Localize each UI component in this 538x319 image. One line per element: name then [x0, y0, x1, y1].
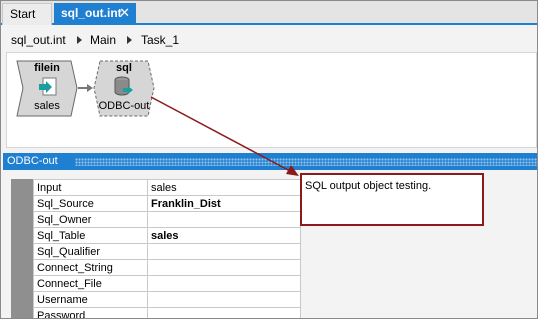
- property-name: Sql_Source: [33, 195, 148, 212]
- property-value[interactable]: [147, 243, 301, 260]
- sql-node-title: sql: [116, 62, 132, 74]
- connector-arrow-icon: [78, 84, 93, 92]
- property-name: Sql_Qualifier: [33, 243, 148, 260]
- property-row[interactable]: Username: [33, 291, 301, 308]
- tab-sql-out-label: sql_out.int: [61, 6, 122, 20]
- row-header-gutter: [11, 179, 33, 318]
- properties-header-title: ODBC-out: [7, 155, 58, 167]
- property-value[interactable]: Franklin_Dist: [147, 195, 301, 212]
- tab-strip: Start sql_out.int ✕: [1, 1, 537, 25]
- close-tab-icon[interactable]: ✕: [119, 3, 130, 23]
- property-row[interactable]: Password: [33, 307, 301, 318]
- property-row[interactable]: Connect_String: [33, 259, 301, 276]
- property-value[interactable]: [147, 211, 301, 228]
- main-window: Start sql_out.int ✕ sql_out.int Main Tas…: [0, 0, 538, 319]
- workflow-canvas[interactable]: filein sales sql ODBC-out: [6, 52, 537, 148]
- property-name: Input: [33, 179, 148, 196]
- filein-node[interactable]: filein sales: [16, 60, 78, 117]
- property-name: Connect_File: [33, 275, 148, 292]
- property-value[interactable]: sales: [147, 227, 301, 244]
- annotation-note[interactable]: SQL output object testing.: [300, 173, 484, 226]
- property-row[interactable]: Sql_Table sales: [33, 227, 301, 244]
- filein-node-title: filein: [34, 62, 60, 74]
- property-row[interactable]: Sql_Source Franklin_Dist: [33, 195, 301, 212]
- property-row[interactable]: Input sales: [33, 179, 301, 196]
- tab-sql-out[interactable]: sql_out.int ✕: [54, 3, 136, 25]
- filein-node-label: sales: [34, 100, 60, 112]
- property-value[interactable]: [147, 307, 301, 318]
- property-name: Sql_Table: [33, 227, 148, 244]
- header-grip: [75, 158, 537, 166]
- property-value[interactable]: [147, 291, 301, 308]
- annotation-note-text: SQL output object testing.: [305, 180, 432, 192]
- property-row[interactable]: Connect_File: [33, 275, 301, 292]
- breadcrumb-task[interactable]: Task_1: [141, 33, 179, 47]
- file-input-icon: [39, 77, 57, 96]
- property-value[interactable]: [147, 259, 301, 276]
- breadcrumb: sql_out.int Main Task_1: [1, 27, 537, 51]
- property-value[interactable]: [147, 275, 301, 292]
- sql-node[interactable]: sql ODBC-out: [93, 60, 155, 117]
- tab-start[interactable]: Start: [2, 3, 52, 25]
- breadcrumb-separator-icon: [77, 36, 82, 44]
- properties-table: Input sales Sql_Source Franklin_Dist Sql_Own…: [33, 179, 301, 318]
- breadcrumb-main[interactable]: Main: [90, 33, 116, 47]
- property-name: Connect_String: [33, 259, 148, 276]
- property-value[interactable]: sales: [147, 179, 301, 196]
- property-name: Password: [33, 307, 148, 318]
- sql-node-label: ODBC-out: [98, 100, 150, 112]
- property-name: Username: [33, 291, 148, 308]
- breadcrumb-file[interactable]: sql_out.int: [11, 33, 66, 47]
- database-icon: [114, 76, 133, 96]
- property-row[interactable]: Sql_Qualifier: [33, 243, 301, 260]
- properties-header: ODBC-out: [3, 153, 537, 170]
- property-row[interactable]: Sql_Owner: [33, 211, 301, 228]
- property-name: Sql_Owner: [33, 211, 148, 228]
- breadcrumb-separator-icon: [127, 36, 132, 44]
